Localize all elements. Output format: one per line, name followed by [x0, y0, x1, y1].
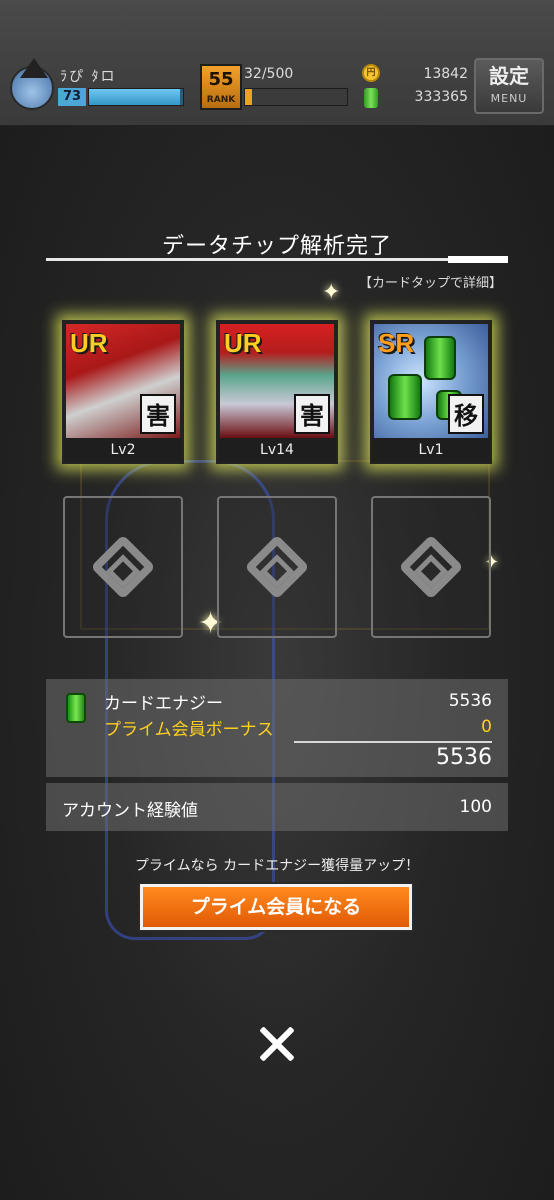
menu-button-kanji: 設定	[489, 64, 529, 88]
card-rarity: SR	[378, 328, 415, 358]
empty-card-slot	[217, 496, 337, 638]
slot-emblem-icon	[398, 534, 464, 600]
status-bar: ﾗぴ ﾀロ 73 55 RANK 32/500 円 13842 333365 設…	[0, 0, 554, 126]
card-attribute: 移	[448, 394, 484, 434]
card-energy-total: 5536	[436, 745, 492, 770]
card-energy-icon	[364, 88, 378, 108]
card-rarity: UR	[224, 328, 262, 358]
card-energy-value: 5536	[448, 691, 492, 711]
card-rarity: UR	[70, 328, 108, 358]
exp-bar	[88, 88, 184, 106]
account-exp-value: 100	[459, 797, 492, 817]
coin-count: 13842	[423, 66, 468, 82]
energy-barrel-icon	[388, 374, 422, 420]
coin-icon: 円	[362, 64, 380, 82]
become-prime-button[interactable]: プライム会員になる	[138, 882, 414, 932]
slot-emblem-icon	[244, 534, 310, 600]
empty-card-slot	[371, 496, 491, 638]
menu-button-label: MENU	[490, 92, 528, 105]
menu-button[interactable]: 設定 MENU	[474, 58, 544, 114]
card-energy-count: 333365	[414, 89, 468, 105]
energy-barrel-icon	[424, 336, 456, 380]
card-energy-panel: カードエナジー 5536 プライム会員ボーナス 0 5536	[46, 679, 508, 777]
witch-hat-icon	[20, 58, 48, 78]
card-level: Lv1	[372, 438, 490, 462]
player-avatar[interactable]	[10, 58, 54, 110]
account-exp-panel: アカウント経験値 100	[46, 783, 508, 831]
account-exp-label: アカウント経験値	[62, 801, 198, 821]
card-attribute: 害	[140, 394, 176, 434]
rank-icon-number: 55	[208, 69, 234, 90]
rank-bar-fill	[245, 89, 252, 105]
prime-note: プライムなら カードエナジー獲得量アップ！	[134, 858, 420, 874]
card-energy-icon	[66, 693, 86, 723]
player-name: ﾗぴ ﾀロ	[60, 69, 117, 85]
exp-bar-fill	[89, 89, 181, 105]
card-level: Lv14	[218, 438, 336, 462]
slot-emblem-icon	[90, 534, 156, 600]
card-attribute: 害	[294, 394, 330, 434]
rank-icon-label: RANK	[206, 95, 236, 105]
result-card-2[interactable]: UR 害 Lv14	[216, 320, 338, 464]
result-card-1[interactable]: UR 害 Lv2	[62, 320, 184, 464]
empty-card-slot	[63, 496, 183, 638]
rank-icon: 55 RANK	[200, 64, 242, 110]
rank-bar	[244, 88, 348, 106]
card-energy-label: カードエナジー	[104, 694, 223, 714]
prime-bonus-value: 0	[481, 717, 492, 737]
close-icon[interactable]	[255, 1022, 299, 1066]
player-level: 73	[58, 88, 86, 106]
prime-bonus-label: プライム会員ボーナス	[104, 720, 274, 740]
rank-progress-text: 32/500	[244, 66, 294, 82]
sparkle-icon: ✦	[322, 280, 341, 305]
result-card-3[interactable]: SR 移 Lv1	[370, 320, 492, 464]
title-underline	[46, 256, 508, 263]
sum-divider	[294, 741, 492, 743]
detail-hint: 【カードタップで詳細】	[358, 276, 502, 291]
card-level: Lv2	[64, 438, 182, 462]
